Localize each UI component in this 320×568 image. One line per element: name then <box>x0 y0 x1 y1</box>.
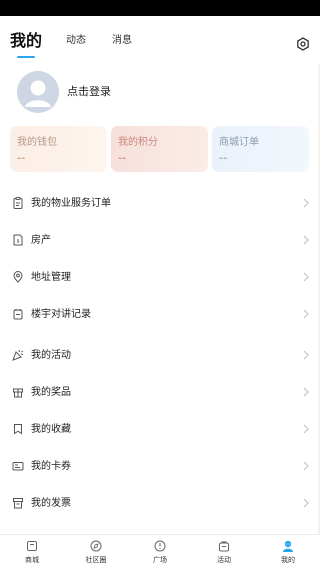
avatar[interactable] <box>17 71 59 113</box>
profile-header[interactable]: 点击登录 <box>17 71 217 113</box>
menu-item-my-invoices[interactable]: 我的发票 <box>0 484 320 521</box>
nav-item-shop[interactable]: 商城 <box>0 535 64 568</box>
tab-activity[interactable]: 动态 <box>66 16 86 64</box>
shop-icon <box>27 541 37 551</box>
chevron-right-icon <box>303 424 309 434</box>
menu-item-label: 楼宇对讲记录 <box>31 309 91 320</box>
menu-item-label: 我的收藏 <box>31 424 71 435</box>
wallet-card[interactable]: 我的钱包 -- <box>10 126 107 172</box>
menu-item-label: 我的发票 <box>31 498 71 509</box>
points-card[interactable]: 我的积分 -- <box>111 126 208 172</box>
mall-orders-card[interactable]: 商城订单 -- <box>212 126 309 172</box>
avatar-placeholder-icon <box>17 71 59 113</box>
nav-label: 广场 <box>153 556 167 564</box>
menu-item-label: 我的卡券 <box>31 461 71 472</box>
invoice-icon <box>13 498 23 509</box>
nav-label: 商城 <box>25 556 39 564</box>
bottom-nav: 商城 社区圈 广场 活动 我的 <box>0 534 320 568</box>
menu-item-intercom-records[interactable]: 楼宇对讲记录 <box>0 295 320 332</box>
points-card-value: -- <box>118 153 127 164</box>
nav-item-activities[interactable]: 活动 <box>192 535 256 568</box>
menu-item-label: 我的物业服务订单 <box>31 198 111 209</box>
clipboard-icon <box>13 197 23 209</box>
menu-item-my-prizes[interactable]: 我的奖品 <box>0 373 320 410</box>
nav-item-square[interactable]: 广场 <box>128 535 192 568</box>
menu-item-property-orders[interactable]: 我的物业服务订单 <box>0 184 320 221</box>
nav-item-me[interactable]: 我的 <box>256 535 320 568</box>
menu-item-my-coupons[interactable]: 我的卡券 <box>0 447 320 484</box>
chevron-right-icon <box>303 350 309 360</box>
chevron-right-icon <box>303 235 309 245</box>
mall-orders-card-title: 商城订单 <box>219 137 259 148</box>
menu-item-label: 地址管理 <box>31 272 71 283</box>
mall-orders-card-value: -- <box>219 153 228 164</box>
nav-item-community[interactable]: 社区圈 <box>64 535 128 568</box>
points-card-title: 我的积分 <box>118 137 158 148</box>
location-pin-icon <box>13 271 23 283</box>
menu-item-label: 我的奖品 <box>31 387 71 398</box>
menu-item-address[interactable]: 地址管理 <box>0 258 320 295</box>
chevron-right-icon <box>303 498 309 508</box>
chevron-right-icon <box>303 272 309 282</box>
wallet-card-value: -- <box>17 153 26 164</box>
nav-label: 我的 <box>281 556 295 564</box>
menu-item-label: 我的活动 <box>31 350 71 361</box>
activity-bag-icon <box>219 541 229 552</box>
menu-list: 我的物业服务订单 房产 地址管理 楼宇对讲记录 我的活动 我的奖品 我的收藏 我… <box>0 184 320 521</box>
bookmark-icon <box>14 424 22 435</box>
menu-item-my-favorites[interactable]: 我的收藏 <box>0 410 320 447</box>
intercom-icon <box>13 309 23 320</box>
chevron-right-icon <box>303 387 309 397</box>
square-info-icon <box>154 540 166 552</box>
user-icon <box>283 540 293 552</box>
settings-icon[interactable] <box>296 37 310 51</box>
menu-item-label: 房产 <box>31 235 51 246</box>
menu-item-my-activities[interactable]: 我的活动 <box>0 336 320 373</box>
coupon-icon <box>12 462 24 471</box>
menu-item-property[interactable]: 房产 <box>0 221 320 258</box>
chevron-right-icon <box>303 309 309 319</box>
tab-active-indicator <box>17 56 35 58</box>
chevron-right-icon <box>303 461 309 471</box>
party-popper-icon <box>12 349 24 361</box>
status-bar <box>0 0 320 16</box>
wallet-card-title: 我的钱包 <box>17 137 57 148</box>
house-doc-icon <box>13 234 23 246</box>
chevron-right-icon <box>303 198 309 208</box>
login-link[interactable]: 点击登录 <box>67 71 111 113</box>
top-tabs: 我的 动态 消息 <box>0 16 320 64</box>
nav-label: 活动 <box>217 556 231 564</box>
gift-box-icon <box>13 388 23 398</box>
asset-cards: 我的钱包 -- 我的积分 -- 商城订单 -- <box>10 126 310 172</box>
tab-messages[interactable]: 消息 <box>112 16 132 64</box>
nav-label: 社区圈 <box>85 556 107 564</box>
compass-icon <box>90 540 102 552</box>
